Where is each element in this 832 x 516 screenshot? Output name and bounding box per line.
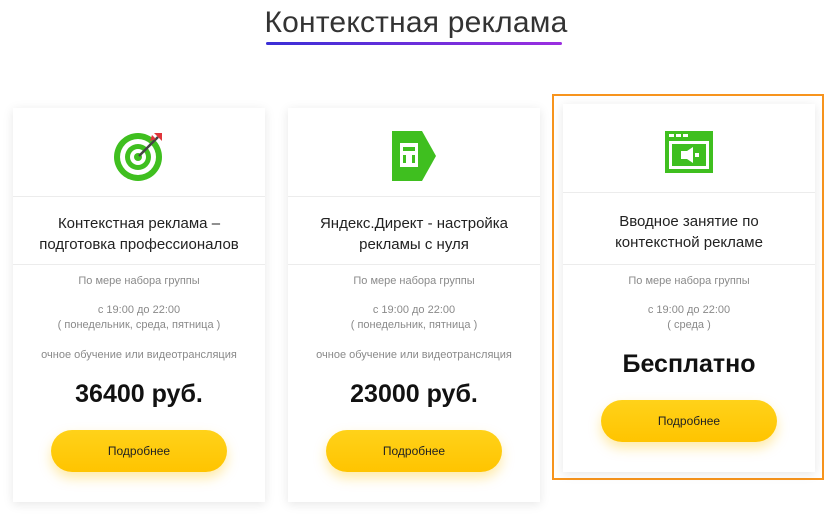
card-title-line: Яндекс.Директ - настройка xyxy=(319,215,509,232)
target-icon xyxy=(13,128,265,184)
card-title-line: контекстной рекламе xyxy=(615,234,763,251)
course-price-free: Бесплатно xyxy=(622,350,756,378)
course-card-intro-lesson: Вводное занятие по контекстной рекламе П… xyxy=(563,104,815,472)
schedule-note: По мере набора группы xyxy=(78,275,200,287)
browser-ad-icon xyxy=(563,124,815,180)
study-format: очное обучение или видеотрансляция xyxy=(316,349,512,361)
class-days: ( понедельник, среда, пятница ) xyxy=(57,319,221,331)
details-button[interactable]: Подробнее xyxy=(51,430,227,472)
title-underline xyxy=(266,42,562,45)
class-time: с 19:00 до 22:00 xyxy=(372,304,456,316)
class-days: ( понедельник, пятница ) xyxy=(350,319,478,331)
course-price: 36400 руб. xyxy=(75,380,203,408)
course-card-yandex-direct: Яндекс.Директ - настройка рекламы с нуля… xyxy=(288,108,540,502)
class-days: ( среда ) xyxy=(667,319,711,331)
course-card-context-pro: Контекстная реклама – подготовка професс… xyxy=(13,108,265,502)
card-title-line: Вводное занятие по xyxy=(619,213,759,230)
details-button[interactable]: Подробнее xyxy=(326,430,502,472)
card-title-line: подготовка профессионалов xyxy=(39,236,239,253)
section-title: Контекстная реклама xyxy=(264,6,568,39)
yandex-direct-icon xyxy=(288,128,540,184)
details-button[interactable]: Подробнее xyxy=(601,400,777,442)
schedule-note: По мере набора группы xyxy=(353,275,475,287)
course-price: 23000 руб. xyxy=(350,380,478,408)
schedule-note: По мере набора группы xyxy=(628,275,750,287)
class-time: с 19:00 до 22:00 xyxy=(647,304,731,316)
card-title-line: Контекстная реклама – xyxy=(57,215,221,232)
study-format: очное обучение или видеотрансляция xyxy=(41,349,237,361)
class-time: с 19:00 до 22:00 xyxy=(97,304,181,316)
card-title-line: рекламы с нуля xyxy=(359,236,469,253)
